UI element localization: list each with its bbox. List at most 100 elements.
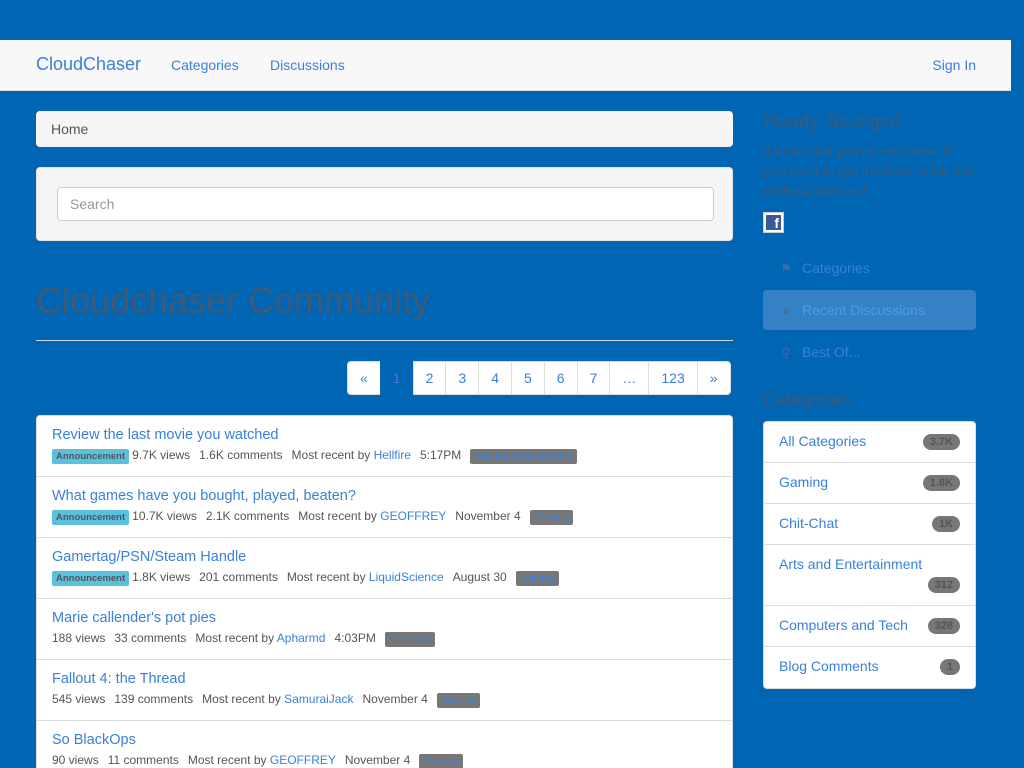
- discussion-meta: 545 views 139 comments Most recent by Samu…: [52, 692, 717, 708]
- category-row[interactable]: Computers and Tech 328: [764, 606, 975, 647]
- category-link[interactable]: Blog Comments: [779, 658, 879, 674]
- pager-next[interactable]: »: [696, 361, 731, 395]
- category-row[interactable]: Blog Comments 1: [764, 647, 975, 688]
- pagination: « 1 2 3 4 5 6 7 … 123 »: [347, 361, 731, 395]
- user-link[interactable]: GEOFFREY: [380, 509, 446, 523]
- views-count: 90 views: [52, 753, 99, 767]
- nav-categories-link[interactable]: Categories: [171, 57, 239, 73]
- category-badge[interactable]: Chit-Chat: [384, 632, 435, 647]
- title-divider: [36, 340, 733, 341]
- discussion-item: So BlackOps 90 views 11 comments Most rece…: [37, 721, 732, 768]
- views-count: 10.7K views: [132, 509, 197, 523]
- nav-discussions-link[interactable]: Discussions: [270, 57, 345, 73]
- pager-page-3[interactable]: 3: [445, 361, 480, 395]
- page-title: Cloudchaser Community: [36, 280, 431, 321]
- category-list: All Categories 3.7K Gaming 1.8K Chit-Chat 1…: [763, 421, 976, 689]
- sidebar-item-label: Categories: [802, 260, 870, 276]
- pager-page-1[interactable]: 1: [379, 361, 414, 395]
- category-link[interactable]: Arts and Entertainment: [779, 556, 922, 572]
- category-badge[interactable]: Gaming: [419, 754, 463, 768]
- discussion-meta: 90 views 11 comments Most recent by GEOFFR…: [52, 753, 717, 768]
- intro-text: It looks like you're new here. If you wa…: [763, 143, 976, 199]
- user-link[interactable]: Hellfire: [374, 448, 411, 462]
- category-count-badge: 328: [927, 618, 960, 634]
- last-activity-time: 4:03PM: [334, 631, 376, 645]
- sidebar-item-best-of[interactable]: ⚲ Best Of...: [763, 332, 976, 372]
- pager-page-6[interactable]: 6: [543, 361, 578, 395]
- sidebar-item-categories[interactable]: ⚑ Categories: [763, 248, 976, 288]
- howdy-heading: Howdy, Stranger!: [763, 111, 901, 131]
- comments-icon: ●: [782, 303, 790, 318]
- views-count: 9.7K views: [132, 448, 191, 462]
- comments-count: 139 comments: [114, 692, 194, 706]
- category-count-badge: 3.7K: [922, 434, 960, 450]
- category-count-badge: 1.8K: [922, 475, 960, 491]
- category-row[interactable]: Chit-Chat 1K: [764, 504, 975, 545]
- category-link[interactable]: Gaming: [779, 474, 828, 490]
- comments-count: 11 comments: [107, 753, 179, 767]
- discussion-title-link[interactable]: Review the last movie you watched: [52, 427, 717, 447]
- category-badge[interactable]: Gaming: [529, 510, 573, 525]
- sign-in-link[interactable]: Sign In: [932, 57, 976, 73]
- category-row[interactable]: Arts and Entertainment 312: [764, 545, 975, 606]
- comments-count: 2.1K comments: [205, 509, 290, 523]
- category-count-badge: 1: [939, 659, 960, 675]
- user-link[interactable]: Apharmd: [277, 631, 326, 645]
- announcement-badge: Announcement: [52, 510, 130, 525]
- most-recent-label: Most recent by: [202, 692, 281, 706]
- views-count: 1.8K views: [132, 570, 191, 584]
- discussion-title-link[interactable]: Fallout 4: the Thread: [52, 671, 717, 691]
- category-link[interactable]: Chit-Chat: [779, 515, 838, 531]
- discussion-title-link[interactable]: What games have you bought, played, beat…: [52, 488, 717, 508]
- search-input[interactable]: [57, 187, 714, 221]
- discussion-title-link[interactable]: So BlackOps: [52, 732, 717, 752]
- user-link[interactable]: GEOFFREY: [270, 753, 336, 767]
- category-badge[interactable]: Gaming: [515, 571, 559, 586]
- category-link[interactable]: Computers and Tech: [779, 617, 908, 633]
- discussion-meta: Announcement 9.7K views 1.6K comments Most …: [52, 448, 717, 464]
- breadcrumb-home-link[interactable]: Home: [51, 121, 88, 137]
- categories-heading: Categories: [763, 390, 851, 410]
- trophy-icon: ⚲: [781, 345, 791, 360]
- category-link[interactable]: All Categories: [779, 433, 866, 449]
- discussion-title-link[interactable]: Marie callender's pot pies: [52, 610, 717, 630]
- sidebar-item-recent-discussions[interactable]: ● Recent Discussions: [763, 290, 976, 330]
- discussion-item: Marie callender's pot pies 188 views 33 c…: [37, 599, 732, 660]
- last-activity-time: 5:17PM: [419, 448, 462, 462]
- user-link[interactable]: LiquidScience: [369, 570, 444, 584]
- pager-page-4[interactable]: 4: [478, 361, 512, 395]
- pager-page-2[interactable]: 2: [412, 361, 447, 395]
- user-link[interactable]: SamuraiJack: [284, 692, 353, 706]
- page-scrollbar[interactable]: [1011, 40, 1024, 768]
- discussion-item: What games have you bought, played, beat…: [37, 477, 732, 538]
- category-row[interactable]: All Categories 3.7K: [764, 422, 975, 463]
- announcement-badge: Announcement: [52, 571, 130, 586]
- sidebar-item-label: Recent Discussions: [802, 302, 925, 318]
- announcement-badge: Announcement: [52, 449, 130, 464]
- discussion-item: Fallout 4: the Thread 545 views 139 comme…: [37, 660, 732, 721]
- facebook-icon: f: [766, 215, 781, 231]
- views-count: 188 views: [52, 631, 106, 645]
- most-recent-label: Most recent by: [187, 753, 267, 767]
- category-row[interactable]: Gaming 1.8K: [764, 463, 975, 504]
- discussion-list: Review the last movie you watched Announ…: [36, 415, 733, 768]
- most-recent-label: Most recent by: [286, 570, 366, 584]
- category-count-badge: 312: [927, 577, 960, 593]
- comments-count: 201 comments: [199, 570, 278, 584]
- pager-prev[interactable]: «: [347, 361, 381, 395]
- pager-page-5[interactable]: 5: [510, 361, 545, 395]
- discussion-item: Gamertag/PSN/Steam Handle Announcement 1.…: [37, 538, 732, 599]
- brand-link[interactable]: CloudChaser: [36, 54, 141, 75]
- sidebar-nav: ⚑ Categories ● Recent Discussions ⚲ Best Of…: [763, 248, 976, 374]
- sidebar-item-label: Best Of...: [802, 344, 861, 360]
- discussion-title-link[interactable]: Gamertag/PSN/Steam Handle: [52, 549, 717, 569]
- discussion-meta: Announcement 1.8K views 201 comments Most r…: [52, 570, 717, 586]
- category-badge[interactable]: Arts and Entertainment: [470, 449, 578, 464]
- pager-ellipsis: …: [609, 361, 650, 395]
- pager-page-last[interactable]: 123: [648, 361, 698, 395]
- facebook-signin-button[interactable]: f: [763, 212, 784, 233]
- breadcrumb: Home: [36, 111, 733, 147]
- last-activity-time: November 4: [455, 509, 521, 523]
- pager-page-7[interactable]: 7: [576, 361, 611, 395]
- category-badge[interactable]: Gaming: [436, 693, 481, 708]
